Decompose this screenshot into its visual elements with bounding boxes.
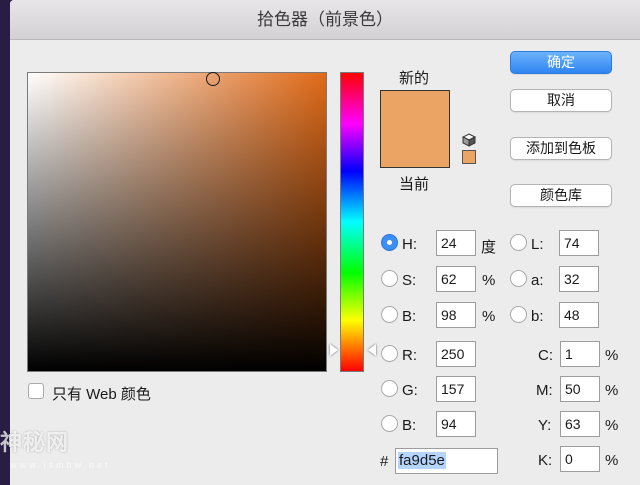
label-m: M: — [536, 382, 553, 399]
hue-slider[interactable] — [340, 72, 364, 372]
input-m[interactable]: 50 — [560, 376, 600, 402]
radio-a[interactable] — [510, 270, 527, 287]
unit-s: % — [482, 272, 496, 289]
input-lab-b[interactable]: 48 — [559, 302, 599, 328]
watermark: 神秘网 — [0, 430, 70, 455]
radio-r[interactable] — [381, 345, 398, 362]
input-g[interactable]: 157 — [436, 376, 476, 402]
input-b[interactable]: 98 — [436, 302, 476, 328]
web-colors-only-label: 只有 Web 颜色 — [52, 386, 151, 403]
radio-l[interactable] — [510, 234, 527, 251]
label-b: B: — [402, 308, 417, 325]
web-colors-only-checkbox[interactable] — [28, 383, 44, 399]
input-l[interactable]: 74 — [559, 230, 599, 256]
unit-m: % — [605, 382, 619, 399]
label-h: H: — [402, 236, 417, 253]
label-lab-b: b: — [531, 308, 544, 325]
hex-input[interactable]: fa9d5e — [395, 448, 498, 474]
color-preview — [380, 90, 450, 168]
unit-c: % — [605, 347, 619, 364]
radio-b[interactable] — [381, 306, 398, 323]
label-a: a: — [531, 272, 544, 289]
color-libraries-button[interactable]: 颜色库 — [510, 184, 612, 207]
unit-k: % — [605, 452, 619, 469]
unit-h: 度 — [481, 239, 497, 256]
radio-s[interactable] — [381, 270, 398, 287]
input-h[interactable]: 24 — [436, 230, 476, 256]
label-blue: B: — [402, 417, 417, 434]
input-k[interactable]: 0 — [560, 446, 600, 472]
label-c: C: — [538, 347, 553, 364]
color-field-picker[interactable] — [206, 72, 220, 86]
unit-b: % — [482, 308, 496, 325]
hex-prefix: # — [380, 453, 389, 470]
unit-y: % — [605, 417, 619, 434]
input-c[interactable]: 1 — [560, 341, 600, 367]
radio-h[interactable] — [381, 234, 398, 251]
radio-g[interactable] — [381, 380, 398, 397]
ok-button[interactable]: 确定 — [510, 51, 612, 74]
color-picker-window: 拾色器（前景色） 新的 当前 确定 取消 添加到色板 颜色库 H: 24 度 S… — [10, 0, 640, 485]
input-s[interactable]: 62 — [436, 266, 476, 292]
add-to-swatches-button[interactable]: 添加到色板 — [510, 137, 612, 160]
label-s: S: — [402, 272, 417, 289]
label-l: L: — [531, 236, 544, 253]
label-g: G: — [402, 382, 418, 399]
cube-icon[interactable] — [462, 133, 476, 147]
current-label: 当前 — [399, 176, 430, 193]
hue-slider-handle-right[interactable] — [368, 344, 376, 356]
radio-lab-b[interactable] — [510, 306, 527, 323]
input-blue[interactable]: 94 — [436, 411, 476, 437]
cancel-button[interactable]: 取消 — [510, 89, 612, 112]
hex-value: fa9d5e — [398, 452, 446, 469]
input-a[interactable]: 32 — [559, 266, 599, 292]
hue-slider-handle-left[interactable] — [330, 344, 338, 356]
radio-blue[interactable] — [381, 415, 398, 432]
new-label: 新的 — [399, 70, 430, 87]
color-field[interactable] — [27, 72, 327, 372]
window-title: 拾色器（前景色） — [10, 0, 640, 40]
label-y: Y: — [538, 417, 552, 434]
input-y[interactable]: 63 — [560, 411, 600, 437]
label-r: R: — [402, 347, 417, 364]
input-r[interactable]: 250 — [436, 341, 476, 367]
current-color-swatch[interactable] — [381, 129, 449, 167]
new-color-swatch — [381, 91, 449, 129]
label-k: K: — [538, 452, 553, 469]
watermark-url: www.ismbw.net — [10, 460, 111, 470]
small-swatch-icon[interactable] — [462, 150, 476, 164]
